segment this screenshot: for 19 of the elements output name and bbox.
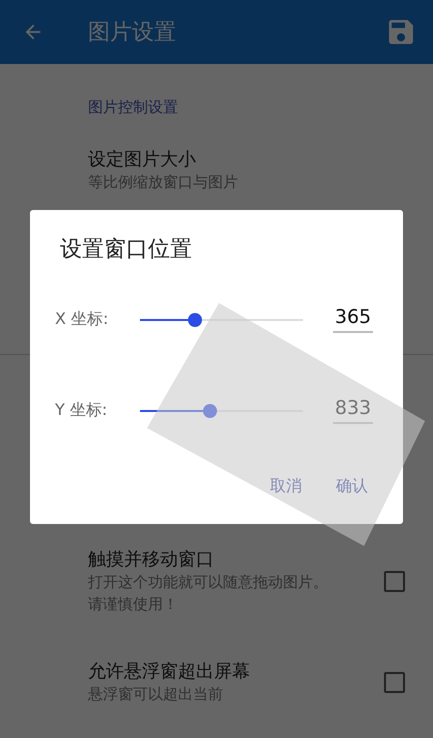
- value-field[interactable]: 365: [333, 306, 373, 333]
- slider-thumb[interactable]: [203, 404, 218, 418]
- section-header: 图片控制设置: [88, 98, 179, 117]
- dialog-button[interactable]: 取消: [270, 476, 302, 497]
- value-field[interactable]: 833: [333, 397, 373, 424]
- slider[interactable]: [140, 404, 303, 418]
- checkbox[interactable]: [384, 672, 405, 692]
- slider[interactable]: [140, 312, 303, 326]
- floating-window-overlay[interactable]: [147, 303, 425, 546]
- setting-title: 设定图片大小: [88, 148, 197, 171]
- dialog-button[interactable]: 确认: [336, 476, 368, 497]
- slider-thumb[interactable]: [188, 312, 202, 326]
- coordinate-label: X 坐标:: [55, 309, 110, 330]
- screen-title: 图片设置: [88, 19, 177, 47]
- setting-title: 触摸并移动窗口: [88, 548, 215, 571]
- dialog-title: 设置窗口位置: [60, 236, 193, 264]
- setting-title: 允许悬浮窗超出屏幕: [88, 660, 251, 683]
- checkbox[interactable]: [384, 570, 405, 592]
- coordinate-label: Y 坐标:: [55, 400, 108, 421]
